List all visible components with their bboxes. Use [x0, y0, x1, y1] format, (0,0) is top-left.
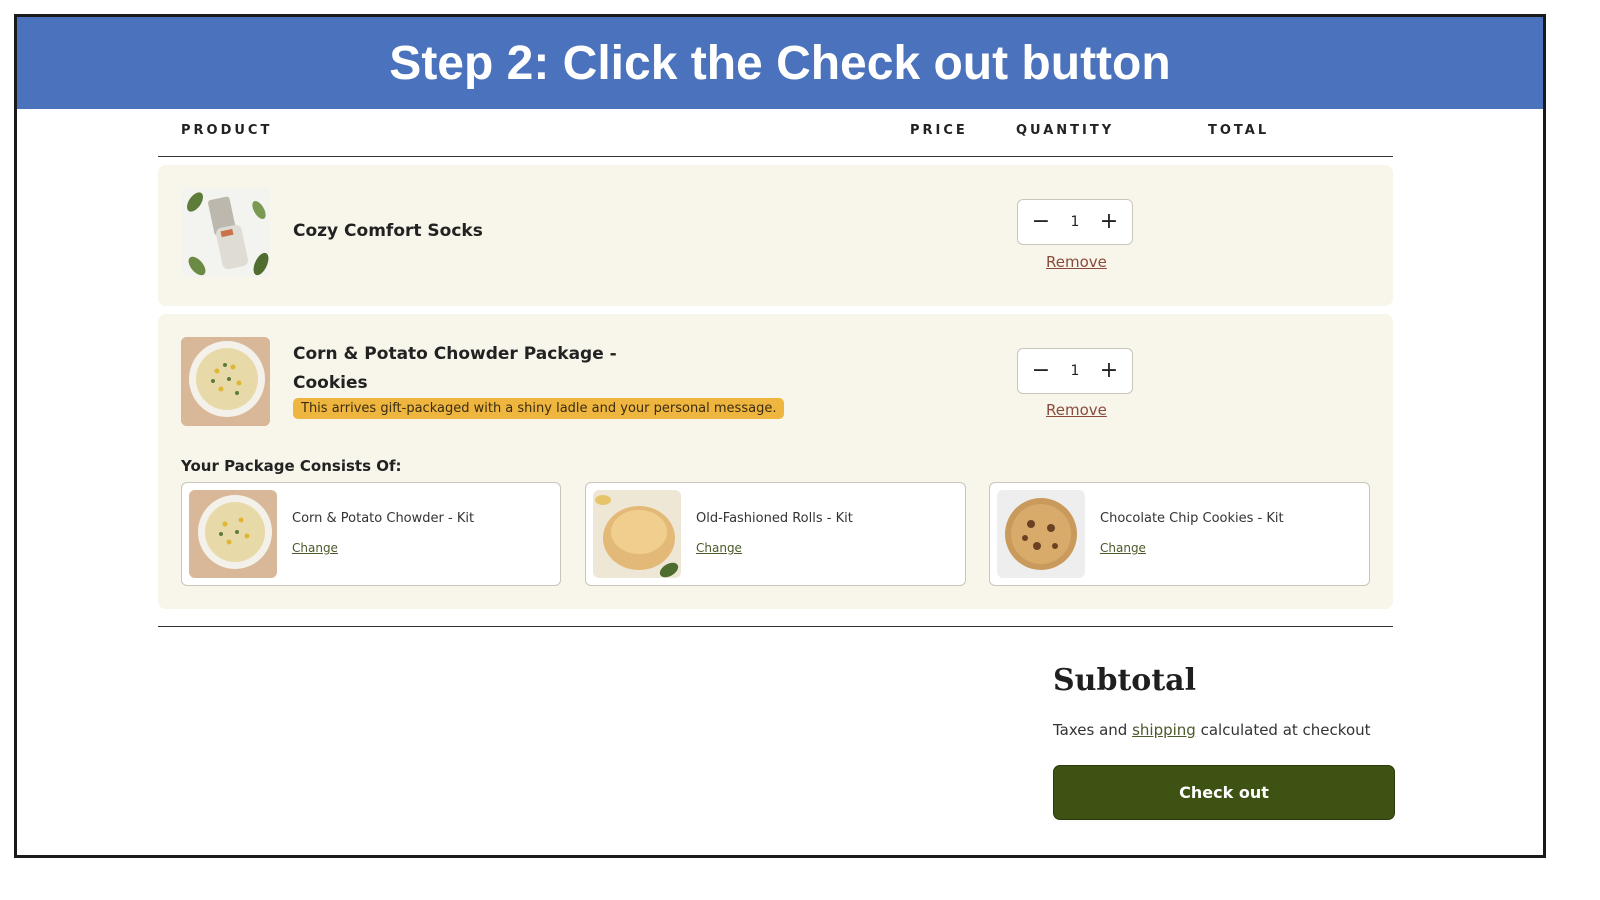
checkout-button-label: Check out: [1179, 783, 1269, 802]
checkout-button[interactable]: Check out: [1053, 765, 1395, 820]
item-name-line1[interactable]: Corn & Potato Chowder Package -: [293, 340, 617, 369]
component-name: Corn & Potato Chowder - Kit: [292, 511, 475, 526]
shipping-link[interactable]: shipping: [1132, 721, 1196, 739]
package-component: Corn & Potato Chowder - Kit Change: [181, 482, 561, 586]
package-component: Old-Fashioned Rolls - Kit Change: [585, 482, 966, 586]
chowder-photo: [189, 490, 277, 578]
minus-icon[interactable]: −: [1030, 211, 1052, 233]
header-divider: [158, 156, 1393, 157]
package-component: Chocolate Chip Cookies - Kit Change: [989, 482, 1370, 586]
minus-icon[interactable]: −: [1030, 360, 1052, 382]
header-quantity: QUANTITY: [1016, 123, 1115, 138]
plus-icon[interactable]: +: [1098, 360, 1120, 382]
item-name-line2[interactable]: Cookies: [293, 369, 368, 398]
quantity-value[interactable]: 1: [1071, 363, 1080, 379]
socks-photo[interactable]: [181, 188, 270, 277]
component-name: Old-Fashioned Rolls - Kit: [696, 511, 853, 526]
gift-note-badge: This arrives gift-packaged with a shiny …: [293, 398, 785, 419]
change-link[interactable]: Change: [292, 541, 338, 555]
header-price: PRICE: [910, 123, 968, 138]
header-total: TOTAL: [1208, 123, 1270, 138]
quantity-value[interactable]: 1: [1071, 214, 1080, 230]
taxes-suffix: calculated at checkout: [1195, 721, 1371, 739]
change-link[interactable]: Change: [1100, 541, 1146, 555]
instruction-banner: Step 2: Click the Check out button: [17, 17, 1543, 109]
remove-link[interactable]: Remove: [1046, 253, 1107, 271]
taxes-note: Taxes and shipping calculated at checkou…: [1053, 721, 1371, 739]
quantity-stepper: − 1 +: [1017, 199, 1133, 245]
quantity-stepper: − 1 +: [1017, 348, 1133, 394]
cart-divider: [158, 626, 1393, 627]
header-product: PRODUCT: [181, 123, 273, 138]
remove-link[interactable]: Remove: [1046, 401, 1107, 419]
package-title: Your Package Consists Of:: [181, 457, 402, 475]
roll-photo: [593, 490, 681, 578]
cart-item-chowder-package: Corn & Potato Chowder Package - Cookies …: [158, 314, 1393, 609]
screenshot-frame: Step 2: Click the Check out button PRODU…: [14, 14, 1546, 858]
component-name: Chocolate Chip Cookies - Kit: [1100, 511, 1284, 526]
cart-item-socks: Cozy Comfort Socks − 1 + Remove: [158, 165, 1393, 306]
change-link[interactable]: Change: [696, 541, 742, 555]
subtotal-heading: Subtotal: [1053, 663, 1197, 698]
cookie-photo: [997, 490, 1085, 578]
chowder-photo[interactable]: [181, 337, 270, 426]
taxes-prefix: Taxes and: [1053, 721, 1133, 739]
plus-icon[interactable]: +: [1098, 211, 1120, 233]
banner-title: Step 2: Click the Check out button: [389, 36, 1171, 90]
item-name[interactable]: Cozy Comfort Socks: [293, 217, 483, 246]
